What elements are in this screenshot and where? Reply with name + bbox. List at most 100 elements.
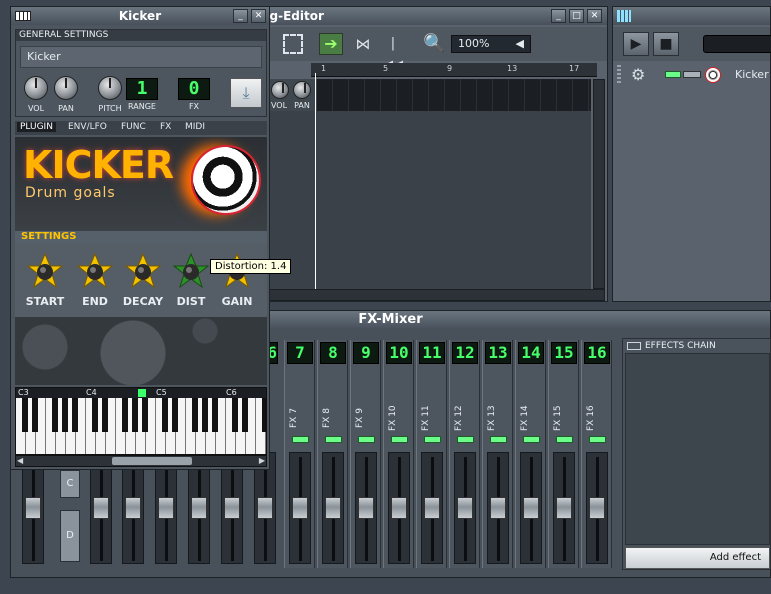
- beat-editor-titlebar[interactable]: [613, 7, 770, 25]
- track-volume-knob[interactable]: [271, 81, 289, 99]
- bank-button-c[interactable]: C: [60, 470, 80, 498]
- channel-fader[interactable]: [520, 452, 542, 564]
- channel-fader[interactable]: [355, 452, 377, 564]
- fx-channel-number: 11: [419, 342, 445, 364]
- gear-icon[interactable]: ⚙: [631, 65, 645, 84]
- black-keys[interactable]: [22, 398, 266, 432]
- ruler-bar-1: 1: [321, 64, 327, 73]
- star-knob-icon: [172, 252, 210, 289]
- close-button[interactable]: ✕: [251, 9, 266, 23]
- fx-channel-12[interactable]: 12 FX 12: [449, 340, 480, 568]
- piano-octave-labels: C3 C4 C5 C6: [16, 388, 266, 398]
- channel-fader[interactable]: [421, 452, 443, 564]
- fx-channel-name: FX 7: [289, 408, 299, 428]
- tab-plugin[interactable]: PLUGIN: [17, 122, 56, 132]
- distortion-tooltip: Distortion: 1.4: [210, 259, 292, 274]
- tab-midi[interactable]: MIDI: [185, 122, 205, 132]
- fx-channel-display[interactable]: 0: [178, 78, 210, 100]
- fx-channel-name: FX 13: [487, 405, 497, 431]
- checkbox-icon[interactable]: [627, 342, 641, 350]
- fx-channel-15[interactable]: 15 FX 15: [548, 340, 579, 568]
- fx-channel-13[interactable]: 13 FX 13: [482, 340, 513, 568]
- play-arrow-icon[interactable]: ➔: [319, 33, 343, 55]
- minimize-button[interactable]: _: [551, 9, 566, 23]
- range-display[interactable]: 1: [126, 78, 158, 100]
- fx-channel-9[interactable]: 9 FX 9: [350, 340, 381, 568]
- vertical-scrollbar[interactable]: [593, 79, 605, 289]
- mute-led[interactable]: [523, 436, 540, 443]
- pitch-knob[interactable]: [98, 76, 122, 100]
- channel-fader[interactable]: [487, 452, 509, 564]
- range-value: 1: [136, 78, 148, 99]
- mute-led[interactable]: [292, 436, 309, 443]
- tab-fx[interactable]: FX: [160, 122, 171, 132]
- minimize-button[interactable]: _: [233, 9, 248, 23]
- chevron-left-icon: ◀: [515, 37, 524, 50]
- mute-led[interactable]: [457, 436, 474, 443]
- kicker-window: Kicker _ ✕ GENERAL SETTINGS Kicker 1 0 V…: [10, 6, 270, 470]
- tab-func[interactable]: FUNC: [121, 122, 146, 132]
- end-knob[interactable]: [76, 252, 114, 289]
- mute-led[interactable]: [358, 436, 375, 443]
- octave-label-c5: C5: [156, 388, 167, 397]
- rewind-icon[interactable]: |◀◀: [381, 33, 405, 73]
- select-mode-icon[interactable]: [283, 34, 303, 54]
- base-note-marker[interactable]: [138, 389, 146, 397]
- kicker-titlebar[interactable]: Kicker: [11, 7, 269, 25]
- pan-knob[interactable]: [54, 76, 78, 100]
- channel-fader[interactable]: [388, 452, 410, 564]
- fx-channel-8[interactable]: 8 FX 8: [317, 340, 348, 568]
- start-knob[interactable]: [26, 252, 64, 289]
- mute-led[interactable]: [589, 436, 606, 443]
- maximize-button[interactable]: □: [569, 9, 584, 23]
- mute-led[interactable]: [391, 436, 408, 443]
- channel-fader[interactable]: [322, 452, 344, 564]
- effects-chain-panel: EFFECTS CHAIN Add effect: [622, 338, 771, 570]
- track-volume-bar[interactable]: [683, 71, 701, 78]
- zoom-select[interactable]: 100% ◀: [451, 35, 531, 53]
- effects-chain-header[interactable]: EFFECTS CHAIN: [625, 341, 770, 353]
- drag-handle-icon[interactable]: [617, 65, 621, 85]
- channel-fader[interactable]: [586, 452, 608, 564]
- fx-channel-11[interactable]: 11 FX 11: [416, 340, 447, 568]
- mute-led[interactable]: [556, 436, 573, 443]
- add-effect-button[interactable]: Add effect: [625, 547, 770, 569]
- close-button[interactable]: ✕: [587, 9, 602, 23]
- decay-knob[interactable]: [124, 252, 162, 289]
- beat-track-name[interactable]: Kicker: [735, 68, 769, 81]
- tab-env-lfo[interactable]: ENV/LFO: [68, 122, 107, 132]
- effects-list[interactable]: [625, 353, 770, 545]
- loop-icon[interactable]: ⋈: [351, 33, 375, 55]
- piano-keyboard[interactable]: C3 C4 C5 C6: [15, 387, 267, 455]
- track-pan-knob[interactable]: [293, 81, 311, 99]
- fx-channel-14[interactable]: 14 FX 14: [515, 340, 546, 568]
- pitch-label: PITCH: [98, 104, 122, 113]
- mute-led[interactable]: [424, 436, 441, 443]
- timeline-ruler[interactable]: 1 5 9 13 17: [311, 63, 597, 77]
- fx-channel-10[interactable]: 10 FX 10: [383, 340, 414, 568]
- fx-channel-16[interactable]: 16 FX 16: [581, 340, 612, 568]
- play-button[interactable]: ▶: [623, 32, 649, 56]
- stop-button[interactable]: ■: [653, 32, 679, 56]
- beat-pattern-select[interactable]: [703, 35, 771, 53]
- scroll-thumb[interactable]: [112, 457, 192, 465]
- mute-led[interactable]: [490, 436, 507, 443]
- fx-channel-7[interactable]: 7 FX 7: [284, 340, 315, 568]
- dist-knob[interactable]: [172, 252, 210, 289]
- start-label: START: [25, 295, 65, 308]
- zoom-icon: 🔍: [423, 33, 446, 54]
- channel-fader[interactable]: [553, 452, 575, 564]
- mute-led[interactable]: [325, 436, 342, 443]
- save-preset-button[interactable]: ⤓: [230, 78, 262, 108]
- track-pattern-area[interactable]: [317, 79, 591, 111]
- scroll-right-icon[interactable]: ▶: [259, 456, 265, 465]
- volume-knob[interactable]: [24, 76, 48, 100]
- mute-led[interactable]: [665, 71, 681, 78]
- channel-fader[interactable]: [289, 452, 311, 564]
- bank-button-d[interactable]: D: [60, 510, 80, 562]
- channel-fader[interactable]: [454, 452, 476, 564]
- scroll-left-icon[interactable]: ◀: [17, 456, 23, 465]
- piano-scrollbar[interactable]: ◀ ▶: [15, 455, 267, 467]
- instrument-name-field[interactable]: Kicker: [20, 46, 262, 68]
- horizontal-scrollbar[interactable]: [267, 289, 605, 301]
